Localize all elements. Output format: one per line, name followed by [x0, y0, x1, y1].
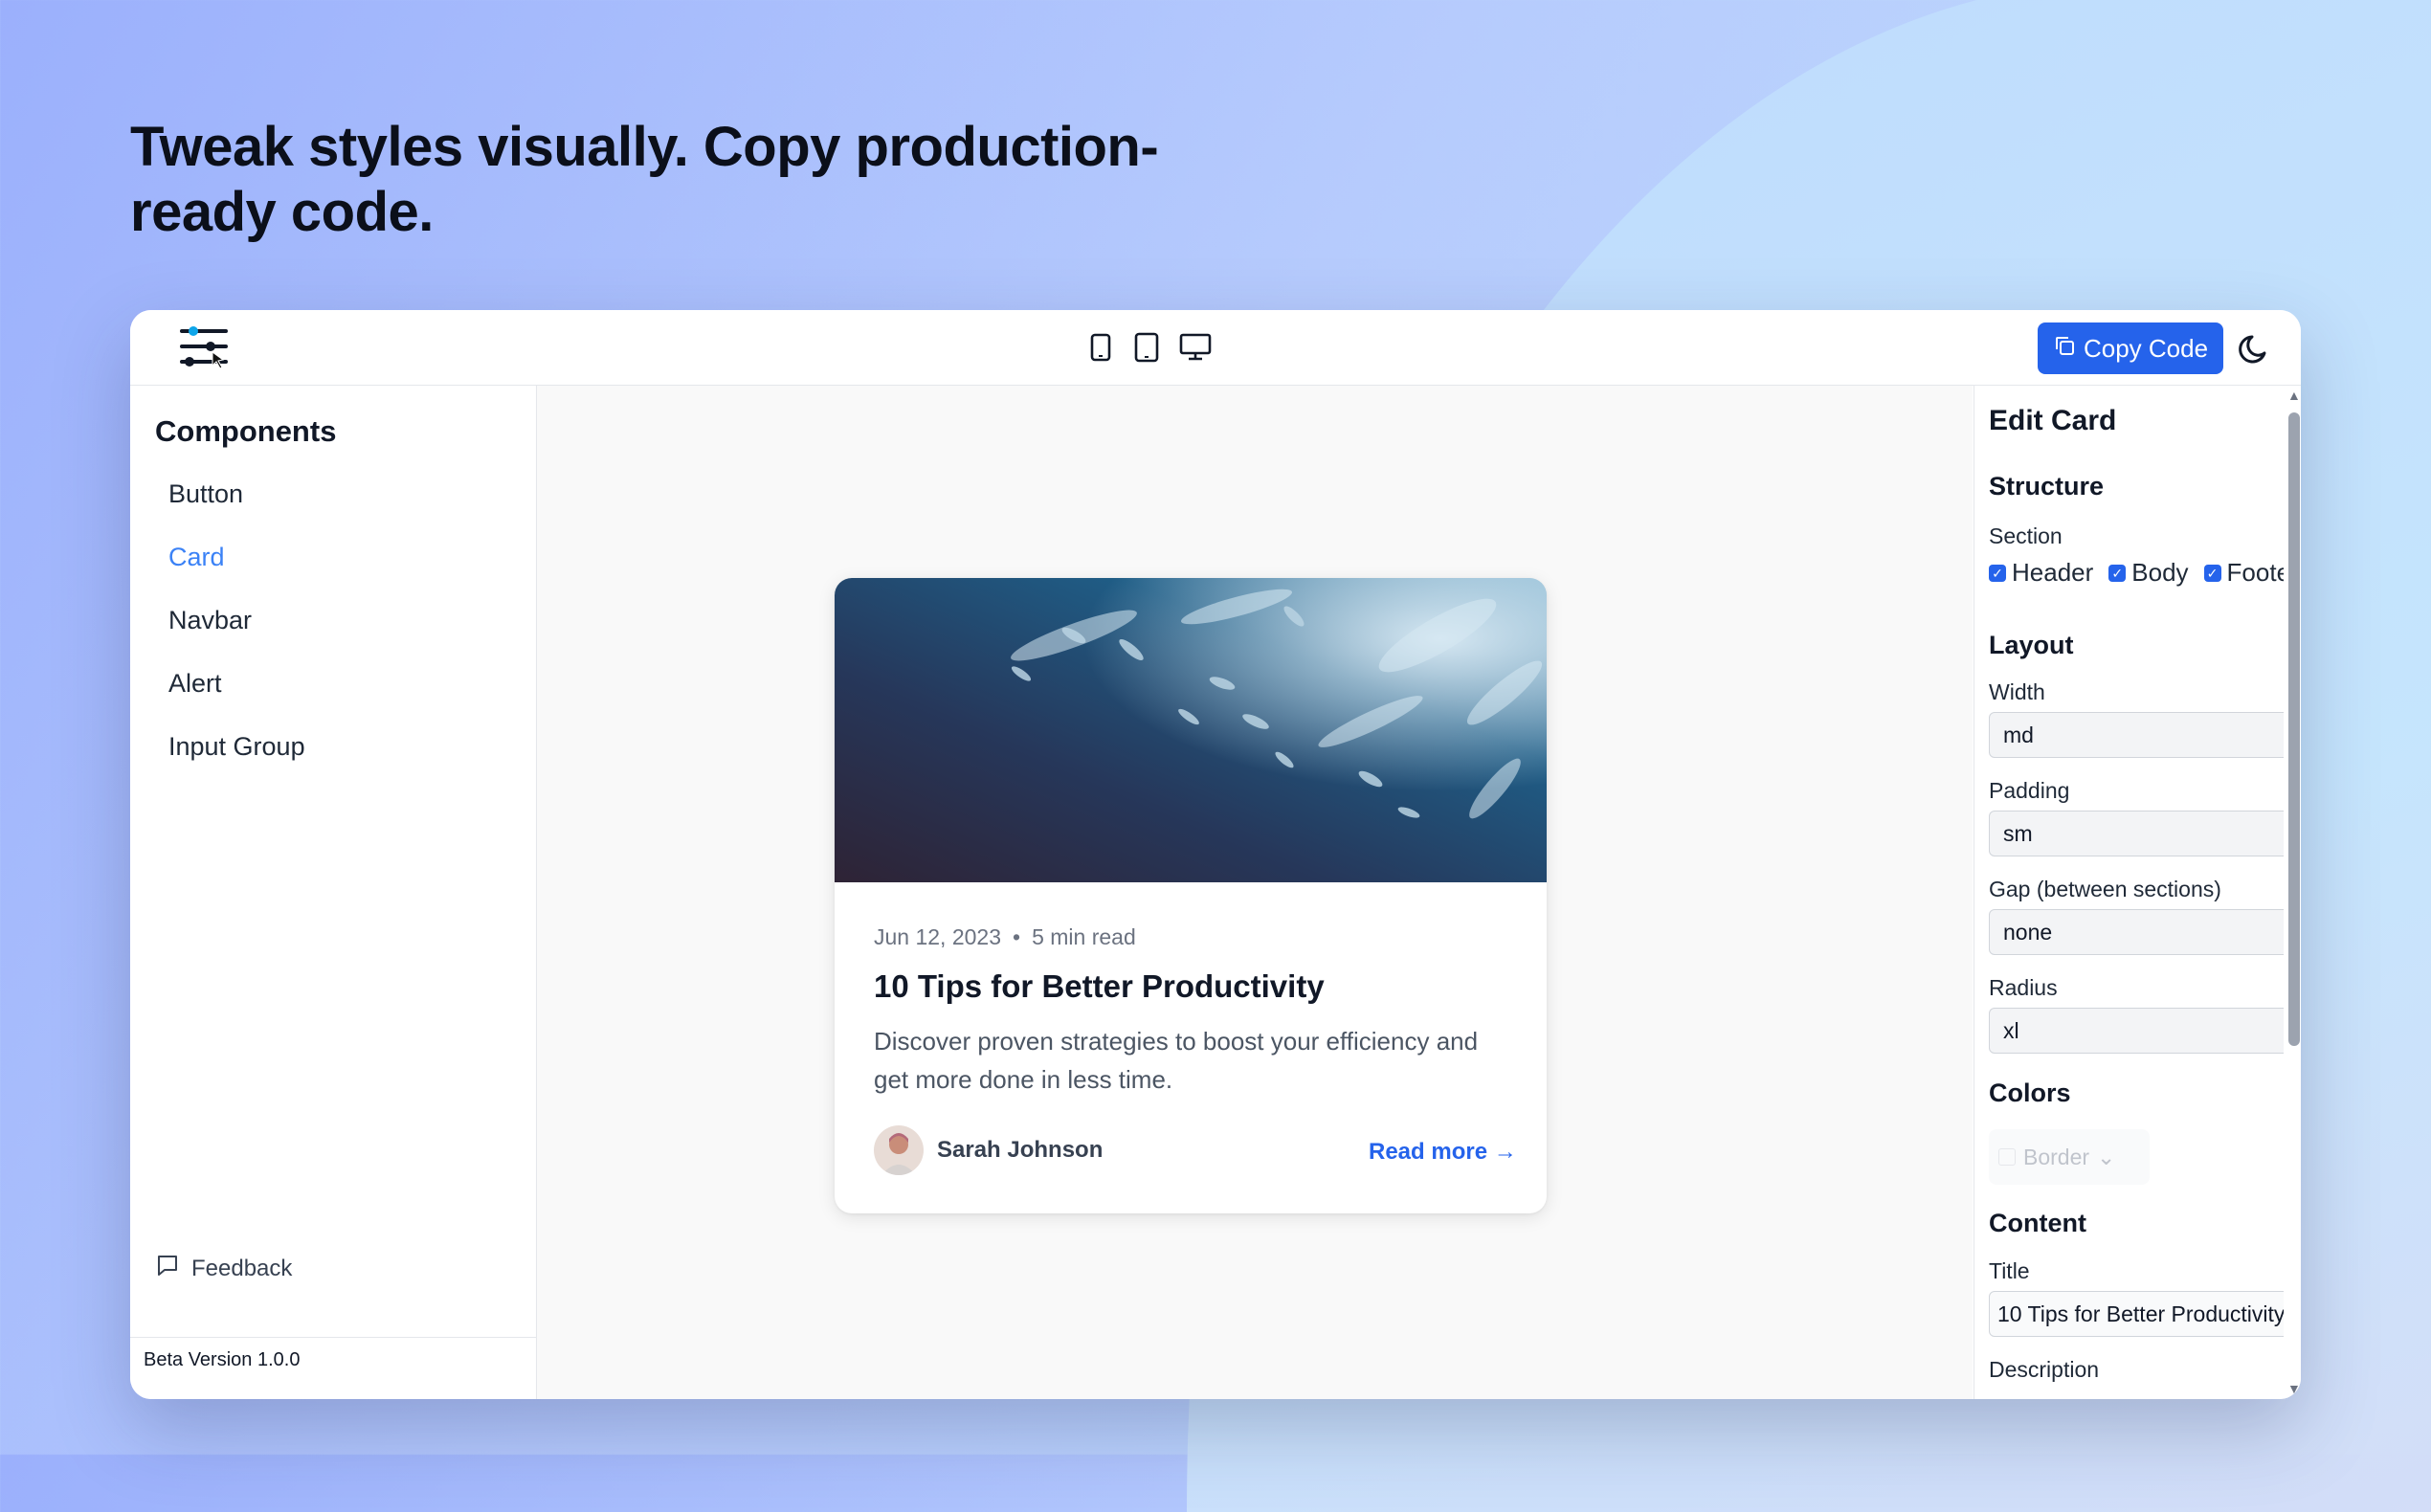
topbar: Copy Code: [130, 310, 2301, 386]
color-swatch: [1998, 1148, 2016, 1166]
tablet-icon[interactable]: [1133, 331, 1160, 364]
scroll-thumb[interactable]: [2288, 412, 2300, 1046]
desktop-icon[interactable]: [1179, 331, 1212, 364]
radius-value: xl: [2003, 1018, 2019, 1043]
components-sidebar: Components Button Card Navbar Alert Inpu…: [130, 386, 537, 1399]
border-color-button[interactable]: Border ⌄: [1989, 1129, 2150, 1185]
width-label: Width: [1989, 679, 2045, 704]
border-label: Border: [2023, 1144, 2090, 1169]
scroll-up-arrow-icon[interactable]: ▲: [2287, 388, 2301, 403]
panel-scrollbar[interactable]: ▲ ▼: [2284, 386, 2301, 1399]
sidebar-heading: Components: [155, 414, 337, 448]
sidebar-item-button[interactable]: Button: [144, 462, 517, 525]
card-description: Discover proven strategies to boost your…: [874, 1027, 1479, 1094]
section-checkboxes: ✓ Header ✓ Body ✓ Footer: [1989, 558, 2299, 588]
sidebar-item-navbar[interactable]: Navbar: [144, 589, 517, 652]
content-heading: Content: [1989, 1209, 2086, 1237]
description-field-label: Description: [1989, 1357, 2100, 1382]
card-date: Jun 12, 2023: [874, 924, 1002, 949]
edit-panel: Edit Card Structure Section ✓ Header ✓ B…: [1974, 386, 2301, 1399]
feedback-link[interactable]: Feedback: [155, 1253, 292, 1284]
mobile-icon[interactable]: [1087, 331, 1114, 364]
copy-code-button[interactable]: Copy Code: [2038, 322, 2223, 374]
title-field-label: Title: [1989, 1258, 2030, 1283]
device-preview-switcher: [1087, 331, 1212, 364]
meta-separator: •: [1013, 924, 1021, 949]
card-meta: Jun 12, 2023 • 5 min read: [874, 924, 1136, 950]
sidebar-item-card[interactable]: Card: [144, 525, 517, 589]
title-input[interactable]: 10 Tips for Better Productivity: [1989, 1291, 2301, 1337]
card-read-time: 5 min read: [1032, 924, 1136, 949]
checkbox-checked-icon: ✓: [2108, 564, 2127, 582]
feedback-label: Feedback: [191, 1255, 293, 1281]
width-select[interactable]: md ⌄: [1989, 712, 2301, 758]
section-label: Section: [1989, 523, 2063, 548]
checkbox-checked-icon: ✓: [2203, 564, 2221, 582]
padding-select[interactable]: sm ⌄: [1989, 811, 2301, 856]
width-value: md: [2003, 723, 2034, 747]
body-checkbox-label: Body: [2131, 558, 2189, 587]
author-name: Sarah Johnson: [937, 1137, 1104, 1163]
structure-heading: Structure: [1989, 472, 2105, 500]
layout-heading: Layout: [1989, 631, 2074, 659]
sidebar-item-input-group[interactable]: Input Group: [144, 715, 517, 778]
header-checkbox[interactable]: ✓ Header: [1989, 558, 2093, 588]
panel-title: Edit Card: [1989, 405, 2117, 436]
version-label: Beta Version 1.0.0: [144, 1349, 301, 1370]
sliders-logo-icon[interactable]: [178, 323, 230, 373]
preview-card: Jun 12, 2023 • 5 min read 10 Tips for Be…: [835, 578, 1547, 1213]
read-more-link[interactable]: Read more →: [1369, 1139, 1517, 1166]
radius-select[interactable]: xl ⌄: [1989, 1008, 2301, 1054]
gap-select[interactable]: none ⌄: [1989, 909, 2301, 955]
colors-heading: Colors: [1989, 1078, 2071, 1107]
copy-icon: [2053, 334, 2076, 364]
scroll-down-arrow-icon[interactable]: ▼: [2287, 1381, 2301, 1396]
avatar: [874, 1125, 924, 1175]
copy-code-label: Copy Code: [2083, 333, 2209, 363]
sidebar-item-alert[interactable]: Alert: [144, 652, 517, 715]
padding-label: Padding: [1989, 778, 2070, 803]
body-checkbox[interactable]: ✓ Body: [2108, 558, 2189, 588]
dark-mode-moon-icon[interactable]: [2236, 329, 2274, 367]
gap-label: Gap (between sections): [1989, 877, 2221, 901]
gap-value: none: [2003, 920, 2053, 945]
card-title: 10 Tips for Better Productivity: [874, 968, 1325, 1004]
header-checkbox-label: Header: [2012, 558, 2094, 587]
checkbox-checked-icon: ✓: [1989, 564, 2006, 582]
app-window: Copy Code Components Button Card Navbar …: [130, 310, 2301, 1399]
components-nav: Button Card Navbar Alert Input Group: [144, 462, 517, 778]
preview-canvas: Jun 12, 2023 • 5 min read 10 Tips for Be…: [537, 386, 1973, 1399]
chat-bubble-icon: [155, 1253, 180, 1284]
card-author: Sarah Johnson: [874, 1125, 1103, 1175]
hero-title: Tweak styles visually. Copy production-r…: [130, 116, 1159, 243]
padding-value: sm: [2003, 821, 2033, 846]
chevron-down-icon: ⌄: [2097, 1144, 2116, 1169]
card-image-ocean-fish: [835, 578, 1547, 882]
radius-label: Radius: [1989, 975, 2058, 1000]
